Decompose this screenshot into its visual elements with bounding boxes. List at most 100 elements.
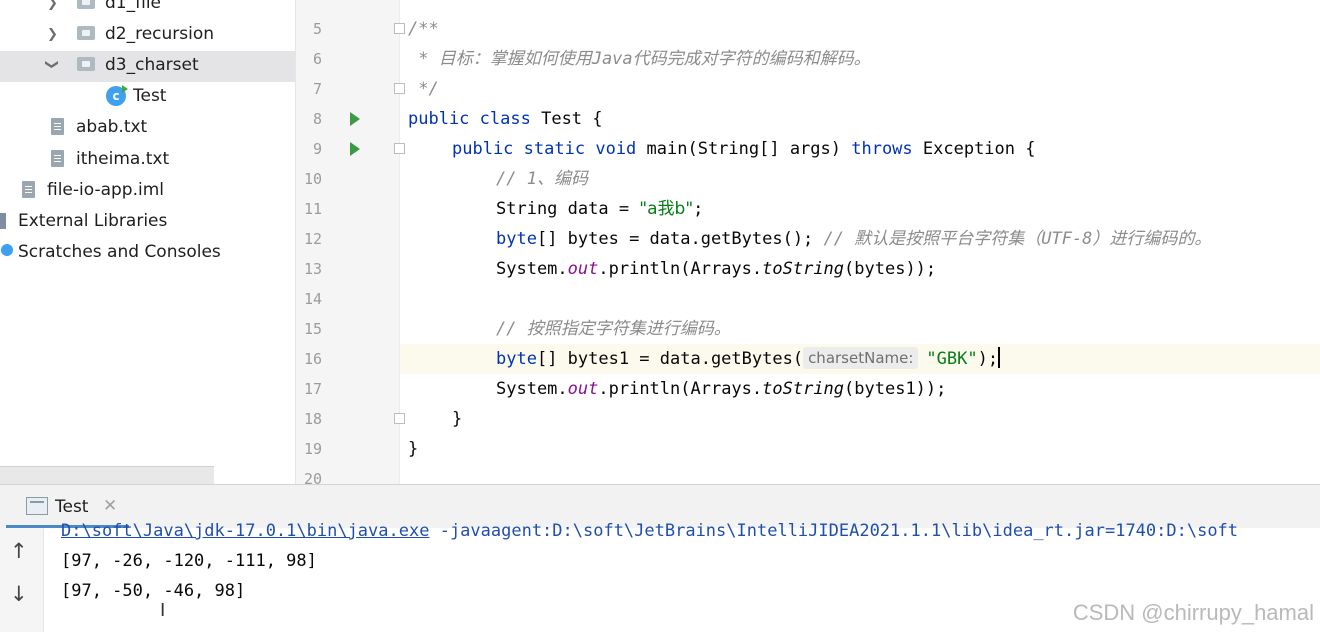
static-field: out	[567, 259, 599, 279]
tree-item-test-class[interactable]: c Test	[0, 82, 295, 113]
console-icon	[26, 497, 48, 515]
fold-marker-icon[interactable]	[394, 83, 405, 94]
static-field: out	[567, 379, 599, 399]
text-caret	[998, 347, 1001, 368]
console-command-line: D:\soft\Java\jdk-17.0.1\bin\java.exe -ja…	[61, 516, 1238, 546]
line-number: 18	[303, 410, 322, 428]
tree-item-label: abab.txt	[76, 117, 148, 137]
code-text: String data =	[496, 199, 640, 219]
parameter-hint: charsetName:	[803, 347, 919, 369]
code-text: [] bytes = data.getBytes();	[536, 229, 824, 249]
tree-item-scratches[interactable]: Scratches and Consoles	[0, 238, 295, 269]
keyword: void	[595, 139, 637, 159]
text-cursor-icon: I	[160, 600, 166, 621]
chevron-right-icon[interactable]: ❯	[47, 27, 58, 42]
tree-item-label: d3_charset	[105, 55, 199, 75]
line-number: 11	[303, 200, 322, 218]
code-line-9: public static void main(String[] args) t…	[452, 134, 1035, 164]
code-line-7: */	[408, 79, 439, 99]
tree-item-abab-txt[interactable]: abab.txt	[0, 113, 295, 144]
code-line-10: // 1、编码	[496, 169, 588, 189]
line-number: 7	[312, 80, 322, 98]
editor-gutter: 5 6 7 8 9 10 11 12 13 14 15 16 17 18 19 …	[296, 0, 400, 484]
code-text: (bytes1));	[844, 379, 947, 399]
text-file-icon	[51, 118, 64, 135]
code-line-12: byte[] bytes = data.getBytes(); // 默认是按照…	[496, 224, 1211, 254]
close-icon[interactable]: ✕	[103, 496, 117, 516]
fold-marker-icon[interactable]	[394, 143, 405, 154]
tree-item-d3-charset[interactable]: ❯ d3_charset	[0, 51, 295, 82]
code-editor[interactable]: 5 6 7 8 9 10 11 12 13 14 15 16 17 18 19 …	[296, 0, 1320, 484]
keyword: byte	[496, 229, 537, 249]
arrow-down-icon[interactable]: ↓	[10, 582, 28, 606]
java-exe-link[interactable]: D:\soft\Java\jdk-17.0.1\bin\java.exe	[61, 521, 429, 541]
line-number: 20	[303, 470, 322, 484]
code-text: Test {	[530, 109, 603, 129]
code-line-6: * 目标：掌握如何使用Java代码完成对字符的编码和解码。	[408, 49, 871, 69]
folder-icon	[77, 57, 95, 71]
folder-icon	[77, 26, 95, 40]
tree-item-d1-file[interactable]: ❯ d1_file	[0, 0, 295, 20]
code-line-15: // 按照指定字符集进行编码。	[496, 319, 731, 339]
line-number: 10	[303, 170, 322, 188]
line-number: 17	[303, 380, 322, 398]
code-text: .println(Arrays.	[598, 379, 763, 399]
library-icon	[0, 213, 6, 229]
scratches-icon	[1, 244, 13, 256]
module-file-icon	[22, 181, 35, 198]
keyword: throws	[851, 139, 913, 159]
keyword: public	[452, 139, 514, 159]
code-text: .println(Arrays.	[598, 259, 763, 279]
tree-item-itheima-txt[interactable]: itheima.txt	[0, 145, 295, 176]
code-text: Exception {	[912, 139, 1036, 159]
code-text: System.	[496, 379, 568, 399]
horizontal-scrollbar[interactable]	[0, 466, 214, 484]
text-file-icon	[51, 150, 64, 167]
line-number: 12	[303, 230, 322, 248]
line-number: 15	[303, 320, 322, 338]
run-console[interactable]: ↑ ↓ D:\soft\Java\jdk-17.0.1\bin\java.exe…	[0, 521, 1320, 632]
line-number: 19	[303, 440, 322, 458]
console-output-line: [97, -50, -46, 98]	[61, 581, 246, 601]
fold-marker-icon[interactable]	[394, 413, 405, 424]
code-text: main(String[] args)	[636, 139, 852, 159]
run-class-icon[interactable]	[350, 112, 360, 126]
code-text: [] bytes1 = data.getBytes(	[536, 349, 804, 369]
keyword: class	[479, 109, 531, 129]
static-method: toString	[762, 379, 845, 399]
keyword: byte	[496, 349, 537, 369]
code-line-5: /**	[408, 19, 439, 39]
tree-item-iml[interactable]: file-io-app.iml	[0, 176, 295, 207]
code-line-18: }	[452, 409, 463, 429]
tree-item-label: d1_file	[105, 0, 161, 13]
line-number: 16	[303, 350, 322, 368]
line-number: 13	[303, 260, 322, 278]
run-tab-label: Test	[55, 497, 89, 517]
line-number: 5	[312, 20, 322, 38]
code-line-16: byte[] bytes1 = data.getBytes(charsetNam…	[496, 344, 1001, 374]
line-number: 9	[312, 140, 322, 158]
code-text: ;	[693, 199, 704, 219]
keyword: static	[523, 139, 586, 159]
static-method: toString	[762, 259, 845, 279]
run-main-icon[interactable]	[350, 142, 360, 156]
tree-item-label: d2_recursion	[105, 24, 215, 44]
code-line-11: String data = "a我b";	[496, 194, 703, 224]
code-text: );	[977, 349, 999, 369]
project-tree: ❯ d1_file ❯ d2_recursion ❯ d3_charset c …	[0, 0, 295, 484]
tree-item-label: file-io-app.iml	[47, 180, 165, 200]
command-args: -javaagent:D:\soft\JetBrains\IntelliJIDE…	[429, 521, 1239, 541]
string-literal: "a我b"	[639, 199, 694, 219]
code-line-19: }	[408, 439, 419, 459]
fold-marker-icon[interactable]	[394, 23, 405, 34]
code-text: System.	[496, 259, 568, 279]
arrow-up-icon[interactable]: ↑	[10, 539, 28, 563]
chevron-right-icon[interactable]: ❯	[47, 0, 58, 11]
keyword: public	[408, 109, 470, 129]
tree-item-external-libraries[interactable]: External Libraries	[0, 207, 295, 238]
chevron-down-icon[interactable]: ❯	[44, 59, 59, 70]
code-line-13: System.out.println(Arrays.toString(bytes…	[496, 254, 936, 284]
tree-item-d2-recursion[interactable]: ❯ d2_recursion	[0, 20, 295, 51]
line-number: 14	[303, 290, 322, 308]
line-number: 6	[312, 50, 322, 68]
